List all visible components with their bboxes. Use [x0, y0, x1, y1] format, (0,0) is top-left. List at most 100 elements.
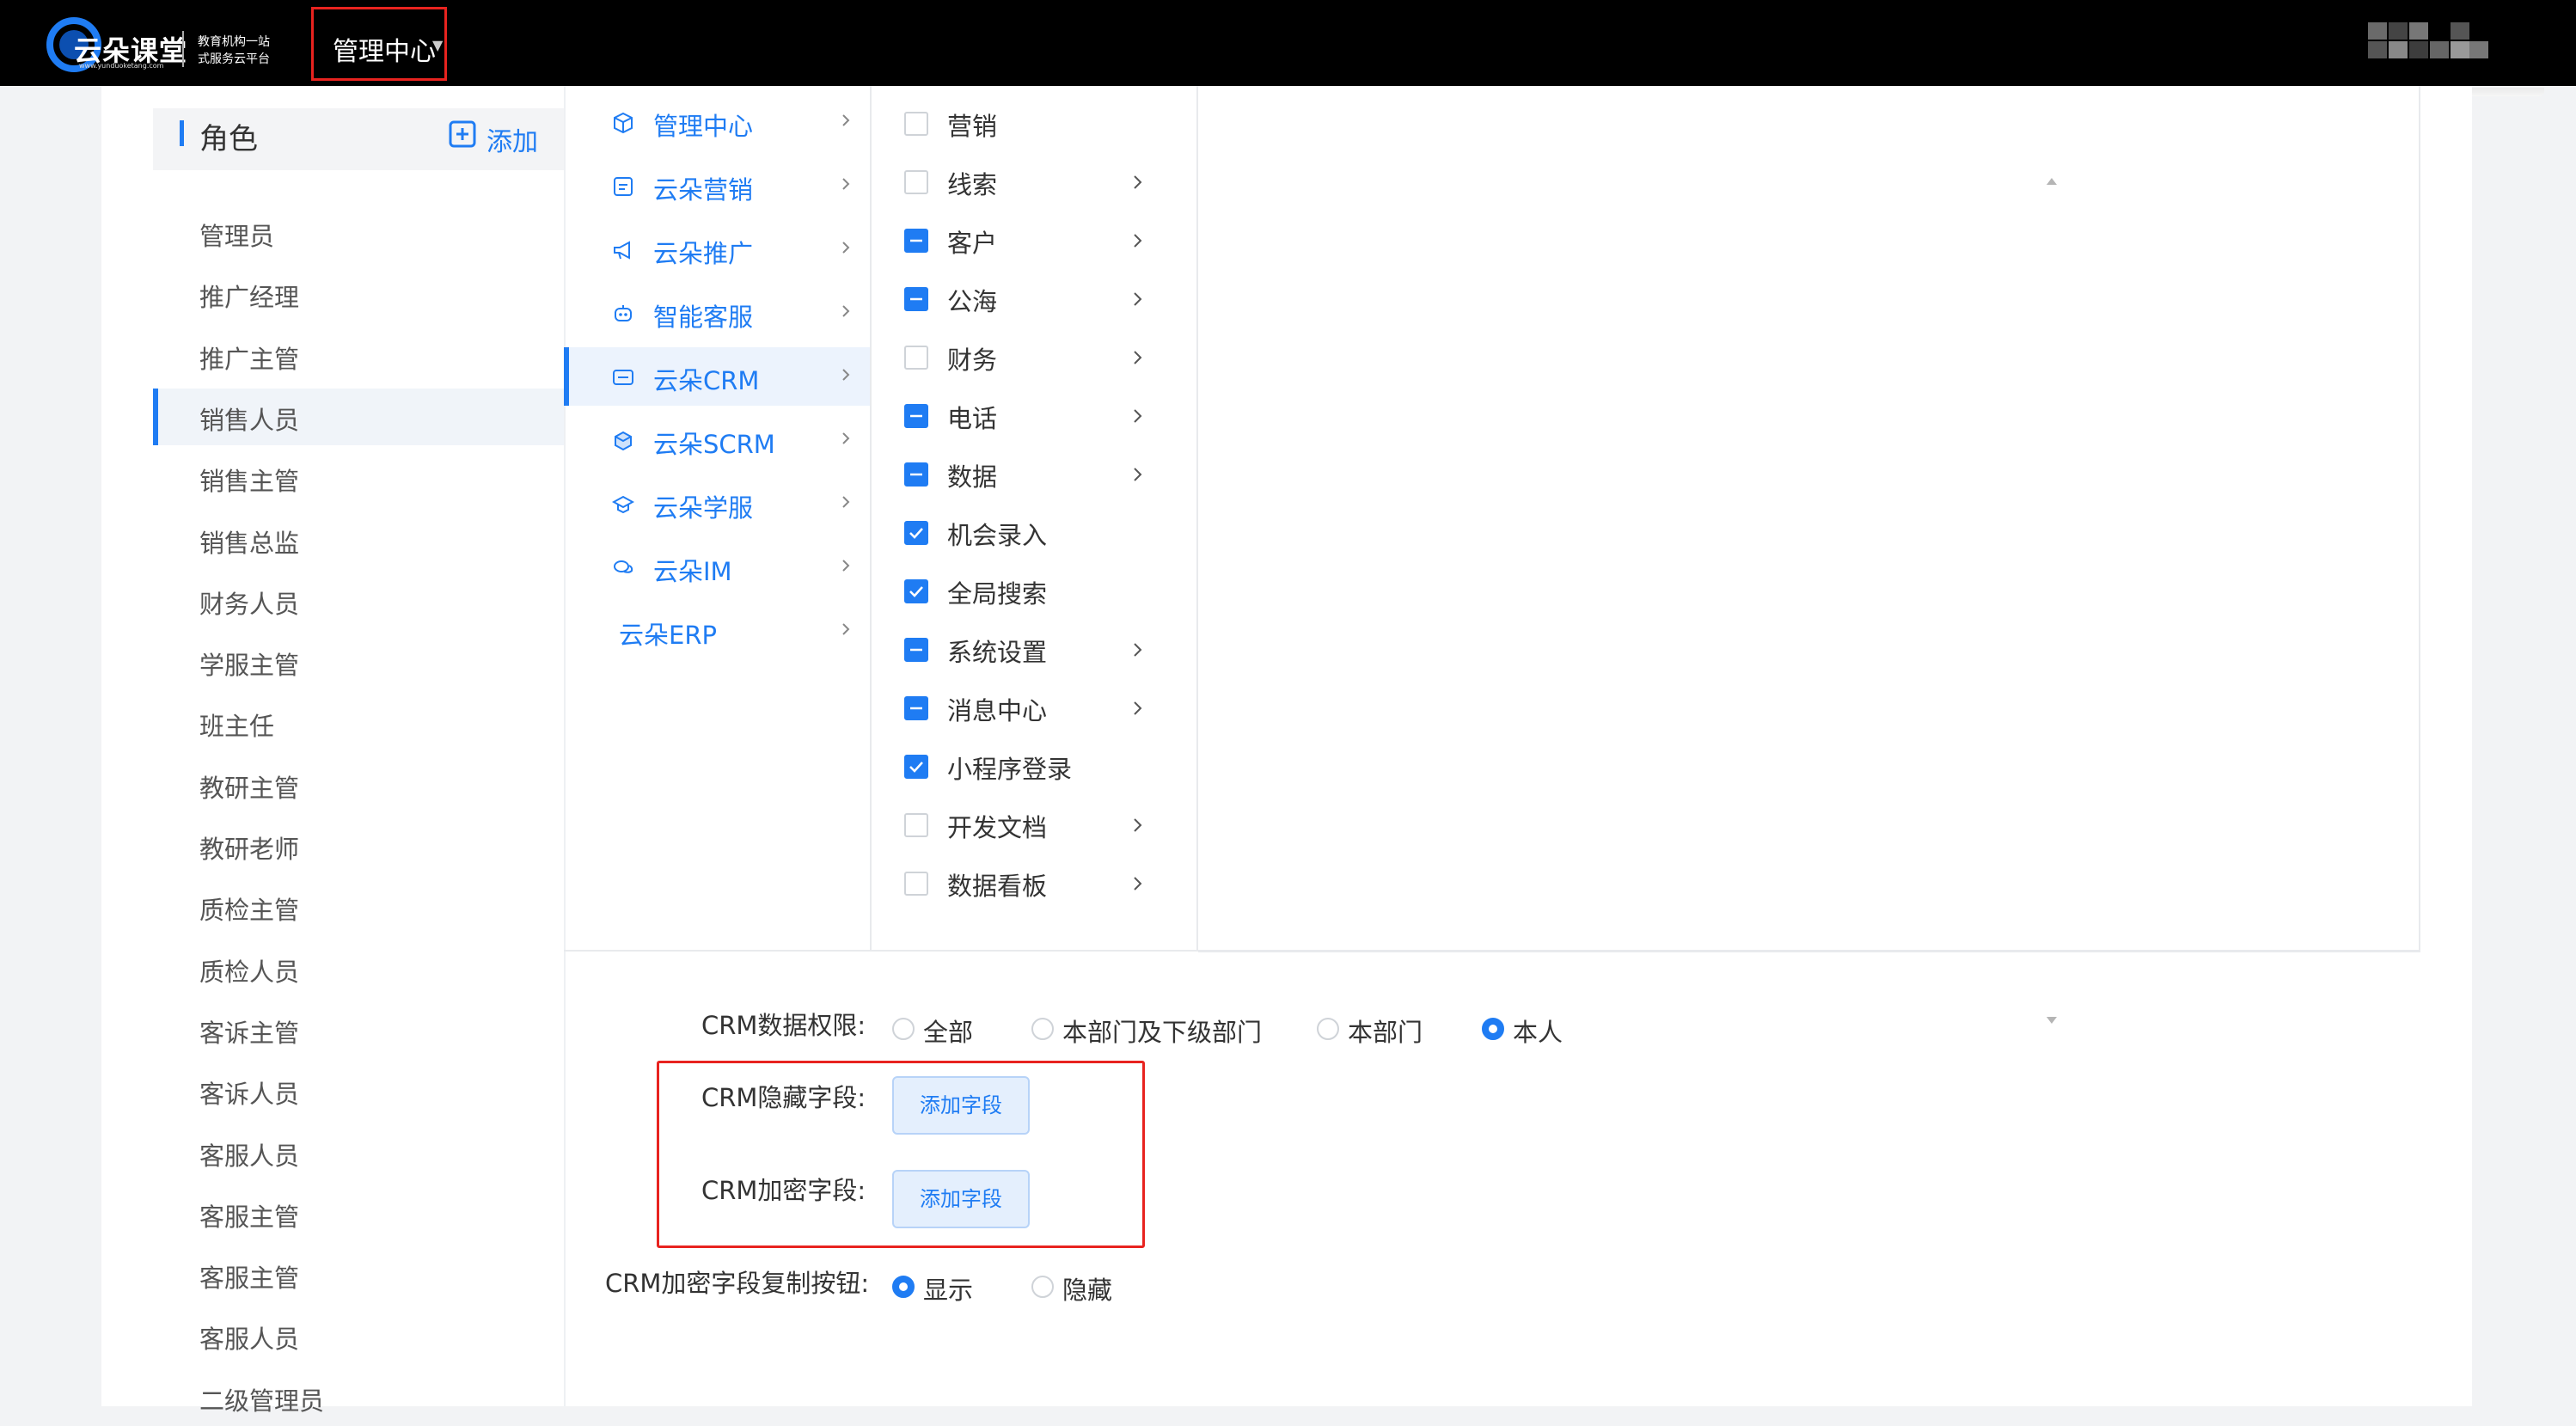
permission-checkbox[interactable]: [904, 287, 928, 311]
permission-checkbox[interactable]: [904, 872, 928, 896]
module-label: 云朵ERP: [619, 621, 717, 650]
crm-data-permission-label: CRM数据权限:: [701, 1011, 866, 1040]
module-item[interactable]: 云朵IM: [564, 538, 870, 597]
roles-title: 角色: [199, 122, 258, 156]
chevron-right-icon[interactable]: [1129, 466, 1147, 483]
role-item[interactable]: 财务人员: [153, 572, 564, 629]
chevron-right-icon[interactable]: [1129, 349, 1147, 366]
user-avatar-blurred[interactable]: [2368, 22, 2488, 62]
role-item[interactable]: 二级管理员: [153, 1369, 564, 1426]
permission-checkbox[interactable]: [904, 229, 928, 253]
roles-panel: 角色 添加 管理员 推广经理 推广主管 销售人员 销售主管 销售总监 财务人员 学服主管 班主任…: [153, 86, 566, 1416]
permission-checkbox[interactable]: [904, 404, 928, 428]
module-item[interactable]: 云朵ERP: [564, 602, 870, 660]
role-item[interactable]: 质检主管: [153, 878, 564, 935]
submenu-item[interactable]: 财务: [872, 325, 1196, 383]
permission-checkbox[interactable]: [904, 521, 928, 545]
submenu-label: 客户: [947, 229, 998, 258]
yunduo-logo[interactable]: 云朵课堂 www.yunduoketang.com 教育机构一站 式服务云平台: [45, 14, 294, 72]
submenu-item[interactable]: 机会录入: [872, 500, 1196, 559]
permission-checkbox[interactable]: [904, 346, 928, 370]
permission-checkbox[interactable]: [904, 638, 928, 662]
submenu-item[interactable]: 公海: [872, 266, 1196, 325]
radio-circle[interactable]: [1482, 1018, 1504, 1040]
role-item[interactable]: 销售总监: [153, 511, 564, 568]
chevron-right-icon: [842, 369, 850, 381]
module-label: 云朵推广: [653, 239, 754, 268]
chevron-right-icon[interactable]: [1129, 407, 1147, 425]
permission-checkbox[interactable]: [904, 112, 928, 136]
submenu-item[interactable]: 客户: [872, 208, 1196, 266]
radio-circle[interactable]: [1031, 1018, 1054, 1040]
chevron-right-icon[interactable]: [1129, 641, 1147, 658]
radio-circle[interactable]: [892, 1018, 915, 1040]
submenu-item[interactable]: 开发文档: [872, 793, 1196, 851]
role-item[interactable]: 销售主管: [153, 450, 564, 506]
submenu-item[interactable]: 全局搜索: [872, 559, 1196, 617]
radio-label: 本人: [1513, 1018, 1563, 1047]
check-icon: [909, 762, 923, 773]
admin-center-menu[interactable]: 管理中心 ▼: [311, 7, 447, 81]
module-item[interactable]: 管理中心: [564, 93, 870, 151]
permission-checkbox[interactable]: [904, 462, 928, 487]
cube-icon: [614, 112, 633, 134]
submenu-label: 全局搜索: [947, 579, 1048, 609]
scroll-down-arrow-icon[interactable]: [2046, 1016, 2058, 1025]
role-item[interactable]: 销售人员: [153, 388, 564, 445]
role-item[interactable]: 管理员: [153, 205, 564, 261]
role-item[interactable]: 推广经理: [153, 266, 564, 322]
minus-icon: [910, 239, 922, 242]
chevron-right-icon[interactable]: [1129, 700, 1147, 717]
chevron-right-icon: [842, 496, 850, 508]
role-item[interactable]: 推广主管: [153, 327, 564, 384]
role-item[interactable]: 客服人员: [153, 1124, 564, 1181]
permission-checkbox[interactable]: [904, 579, 928, 603]
permission-checkbox[interactable]: [904, 170, 928, 194]
submenu-item[interactable]: 线索: [872, 150, 1196, 208]
module-item[interactable]: 云朵营销: [564, 156, 870, 215]
role-item[interactable]: 班主任: [153, 695, 564, 751]
role-item[interactable]: 客诉人员: [153, 1062, 564, 1119]
radio-circle[interactable]: [892, 1276, 915, 1298]
role-item[interactable]: 质检人员: [153, 940, 564, 997]
module-label: 管理中心: [653, 112, 754, 141]
chevron-right-icon[interactable]: [1129, 875, 1147, 892]
role-item-label: 学服主管: [199, 651, 300, 681]
radio-circle[interactable]: [1031, 1276, 1054, 1298]
role-item[interactable]: 教研主管: [153, 756, 564, 813]
chevron-right-icon[interactable]: [1129, 174, 1147, 191]
role-item[interactable]: 学服主管: [153, 633, 564, 690]
submenu-item[interactable]: 数据: [872, 442, 1196, 500]
role-item[interactable]: 客诉主管: [153, 1001, 564, 1058]
submenu-item[interactable]: 小程序登录: [872, 734, 1196, 793]
role-item[interactable]: 客服人员: [153, 1307, 564, 1364]
role-item[interactable]: 客服主管: [153, 1185, 564, 1242]
submenu-item[interactable]: 数据看板: [872, 851, 1196, 909]
role-item-label: 客诉人员: [199, 1080, 300, 1110]
submenu-item[interactable]: 营销: [872, 91, 1196, 150]
submenu-item[interactable]: 消息中心: [872, 676, 1196, 734]
chevron-right-icon: [842, 623, 850, 635]
module-item[interactable]: 云朵SCRM: [564, 411, 870, 469]
module-item[interactable]: 云朵CRM: [564, 347, 870, 406]
chevron-right-icon[interactable]: [1129, 232, 1147, 249]
role-item-label: 客服主管: [199, 1202, 300, 1232]
chevron-right-icon[interactable]: [1129, 291, 1147, 308]
module-item[interactable]: 云朵学服: [564, 474, 870, 533]
chat-icon: [614, 560, 633, 573]
permission-detail-area: [1198, 86, 2420, 952]
permission-checkbox[interactable]: [904, 755, 928, 779]
submenu-item[interactable]: 系统设置: [872, 617, 1196, 676]
submenu-item[interactable]: 电话: [872, 383, 1196, 442]
role-item[interactable]: 教研老师: [153, 817, 564, 874]
module-item[interactable]: 智能客服: [564, 284, 870, 342]
role-item[interactable]: 客服主管: [153, 1246, 564, 1303]
permission-checkbox[interactable]: [904, 813, 928, 837]
role-item-label: 班主任: [199, 712, 275, 742]
chevron-right-icon[interactable]: [1129, 817, 1147, 834]
radio-label: 隐藏: [1062, 1276, 1113, 1305]
permission-checkbox[interactable]: [904, 696, 928, 720]
module-item[interactable]: 云朵推广: [564, 220, 870, 278]
submenu-label: 营销: [947, 112, 998, 141]
radio-circle[interactable]: [1317, 1018, 1339, 1040]
